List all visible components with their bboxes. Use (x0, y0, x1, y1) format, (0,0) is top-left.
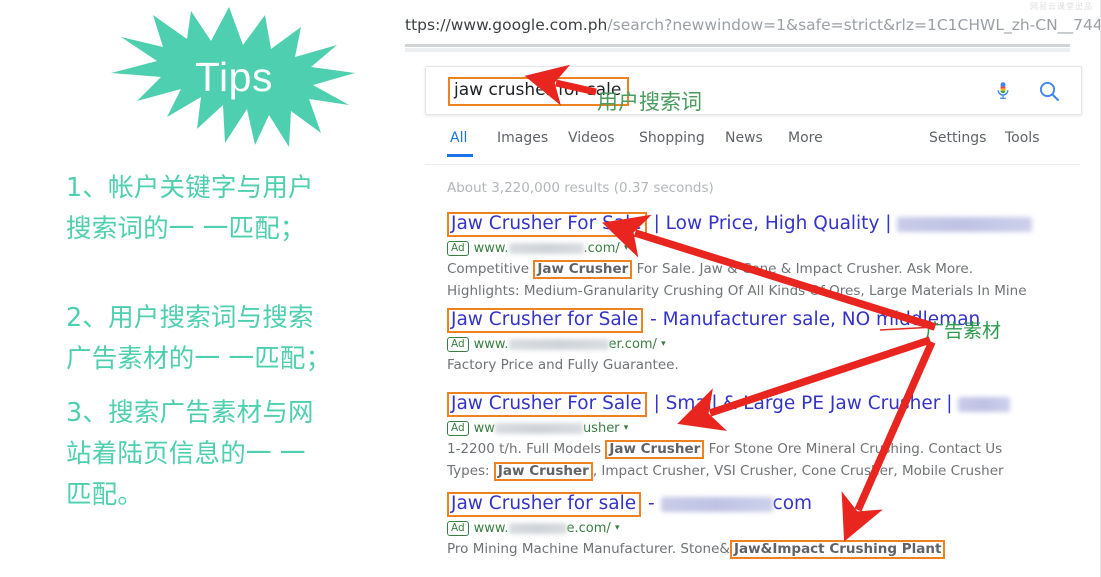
url-suffix: er.com/ (608, 337, 657, 352)
url-host: ttps://www.google.com.ph (405, 16, 608, 34)
desc-text-b: , Impact Crusher, VSI Crusher, Cone Crus… (592, 463, 1004, 479)
result-title-tail: com (772, 493, 813, 514)
result-title[interactable]: Jaw Crusher For Sale | Small & Large PE … (447, 392, 1067, 417)
result-description-line-2: Types: Jaw Crusher, Impact Crusher, VSI … (447, 462, 1067, 481)
url-suffix: e.com/ (566, 521, 611, 536)
result-url[interactable]: Ad ww usher ▾ (447, 420, 1067, 437)
result-description-line-2: Highlights: Medium-Granularity Crushing … (447, 283, 1027, 299)
keyword-highlight-box: Jaw Crusher (605, 440, 705, 459)
tab-more[interactable]: More (788, 130, 823, 146)
tips-starburst-badge: Tips (105, 5, 355, 150)
result-url[interactable]: Ad www. .com/ ▾ (447, 240, 1067, 257)
url-dropdown-caret[interactable]: ▾ (661, 339, 666, 349)
ad-result-1: Jaw Crusher For Sale | Low Price, High Q… (447, 212, 1067, 301)
result-title[interactable]: Jaw Crusher for sale - com (447, 492, 1067, 517)
blurred-domain (508, 243, 584, 254)
result-title-rest: | Low Price, High Quality | (647, 213, 898, 234)
url-prefix: www. (473, 521, 509, 536)
result-stats: About 3,220,000 results (0.37 seconds) (447, 180, 714, 196)
tip-item-1: 1、帐户关键字与用户 搜索词的一 一匹配； (66, 173, 314, 244)
ad-badge: Ad (447, 241, 469, 256)
tip-item-2: 2、用户搜索词与搜索 广告素材的一 一匹配； (66, 303, 332, 374)
url-prefix: ww (473, 421, 495, 436)
url-dropdown-caret[interactable]: ▾ (624, 423, 629, 433)
annotation-user-search-term: 用户搜索词 (597, 90, 702, 114)
search-box[interactable]: jaw crusher for sale (425, 66, 1082, 115)
url-prefix: www. (473, 337, 509, 352)
tools-button[interactable]: Tools (1005, 130, 1040, 146)
result-title[interactable]: Jaw Crusher For Sale | Low Price, High Q… (447, 212, 1067, 237)
keyword-highlight-box: Jaw Crusher for sale (447, 492, 642, 517)
desc-text-b: For Stone Ore Mineral Crushing. Contact … (704, 441, 1003, 457)
desc-text-a: 1-2200 t/h. Full Models (447, 441, 606, 457)
ad-badge: Ad (447, 521, 469, 536)
ad-badge: Ad (447, 337, 469, 352)
ad-result-4: Jaw Crusher for sale - com Ad www. e.com/ … (447, 492, 1067, 559)
keyword-highlight-box: Jaw Crusher For Sale (447, 392, 647, 417)
nav-divider (425, 164, 1080, 165)
url-prefix: www. (473, 241, 509, 256)
desc-text-a: Pro Mining Machine Manufacturer. Stone& (447, 541, 730, 557)
tip-item-3: 3、搜索广告素材与网 站着陆页信息的一 一 匹配。 (66, 398, 314, 510)
url-suffix: .com/ (583, 241, 620, 256)
search-icon[interactable] (1037, 79, 1061, 103)
search-nav-tabs: All Images Videos Shopping News More Set… (425, 130, 1080, 164)
annotation-ad-creative: 广告素材 (925, 320, 1002, 342)
url-bar-shadow (405, 48, 1070, 52)
browser-url-bar[interactable]: ttps://www.google.com.ph/search?newwindo… (405, 16, 1101, 42)
result-title-rest: | Small & Large PE Jaw Crusher | (647, 393, 959, 414)
desc-text-a: Competitive (447, 261, 534, 277)
tab-images[interactable]: Images (497, 130, 548, 146)
result-description-line-1: Factory Price and Fully Guarantee. (447, 357, 679, 373)
result-description-line-1: 1-2200 t/h. Full Models Jaw Crusher For … (447, 440, 1067, 459)
blurred-domain (508, 339, 609, 350)
tab-videos[interactable]: Videos (568, 130, 615, 146)
url-bar-underline (405, 44, 1070, 47)
result-url[interactable]: Ad www. e.com/ ▾ (447, 520, 1067, 537)
desc-text-b: For Sale. Jaw & Cone & Impact Crusher. A… (632, 261, 974, 277)
tips-badge-label: Tips (195, 54, 273, 100)
blurred-brand (660, 496, 773, 512)
keyword-highlight-box: Jaw Crusher (493, 462, 593, 481)
result-description-line-1: Competitive Jaw Crusher For Sale. Jaw & … (447, 260, 1067, 279)
blurred-brand (958, 396, 1011, 412)
keyword-highlight-box: Jaw Crusher (533, 260, 633, 279)
url-suffix: usher (582, 421, 620, 436)
blurred-brand (897, 216, 1033, 232)
tab-all[interactable]: All (446, 130, 474, 157)
keyword-highlight-box: Jaw&Impact Crushing Plant (729, 540, 946, 559)
ad-badge: Ad (447, 421, 469, 436)
url-dropdown-caret[interactable]: ▾ (624, 243, 629, 253)
url-path: /search?newwindow=1&safe=strict&rlz=1C1C… (607, 16, 1101, 34)
settings-button[interactable]: Settings (929, 130, 986, 146)
blurred-domain (508, 523, 567, 534)
keyword-highlight-box: Jaw Crusher for Sale (447, 308, 644, 333)
ad-result-3: Jaw Crusher For Sale | Small & Large PE … (447, 392, 1067, 481)
keyword-highlight-box: Jaw Crusher For Sale (447, 212, 647, 237)
tab-news[interactable]: News (725, 130, 763, 146)
browser-pane: 网易云课堂出品 ttps://www.google.com.ph/search?… (405, 0, 1101, 577)
url-dropdown-caret[interactable]: ▾ (615, 523, 620, 533)
tab-shopping[interactable]: Shopping (639, 130, 705, 146)
corner-watermark: 网易云课堂出品 (1030, 2, 1093, 11)
microphone-icon[interactable] (992, 79, 1014, 103)
result-title-rest: - (642, 493, 661, 514)
blurred-domain (494, 423, 583, 434)
result-description-line-1: Pro Mining Machine Manufacturer. Stone& J… (447, 540, 1067, 559)
tips-panel: Tips 1、帐户关键字与用户 搜索词的一 一匹配； 2、用户搜索词与搜索 广告… (0, 0, 405, 577)
desc-text-a: Types: (447, 463, 494, 479)
